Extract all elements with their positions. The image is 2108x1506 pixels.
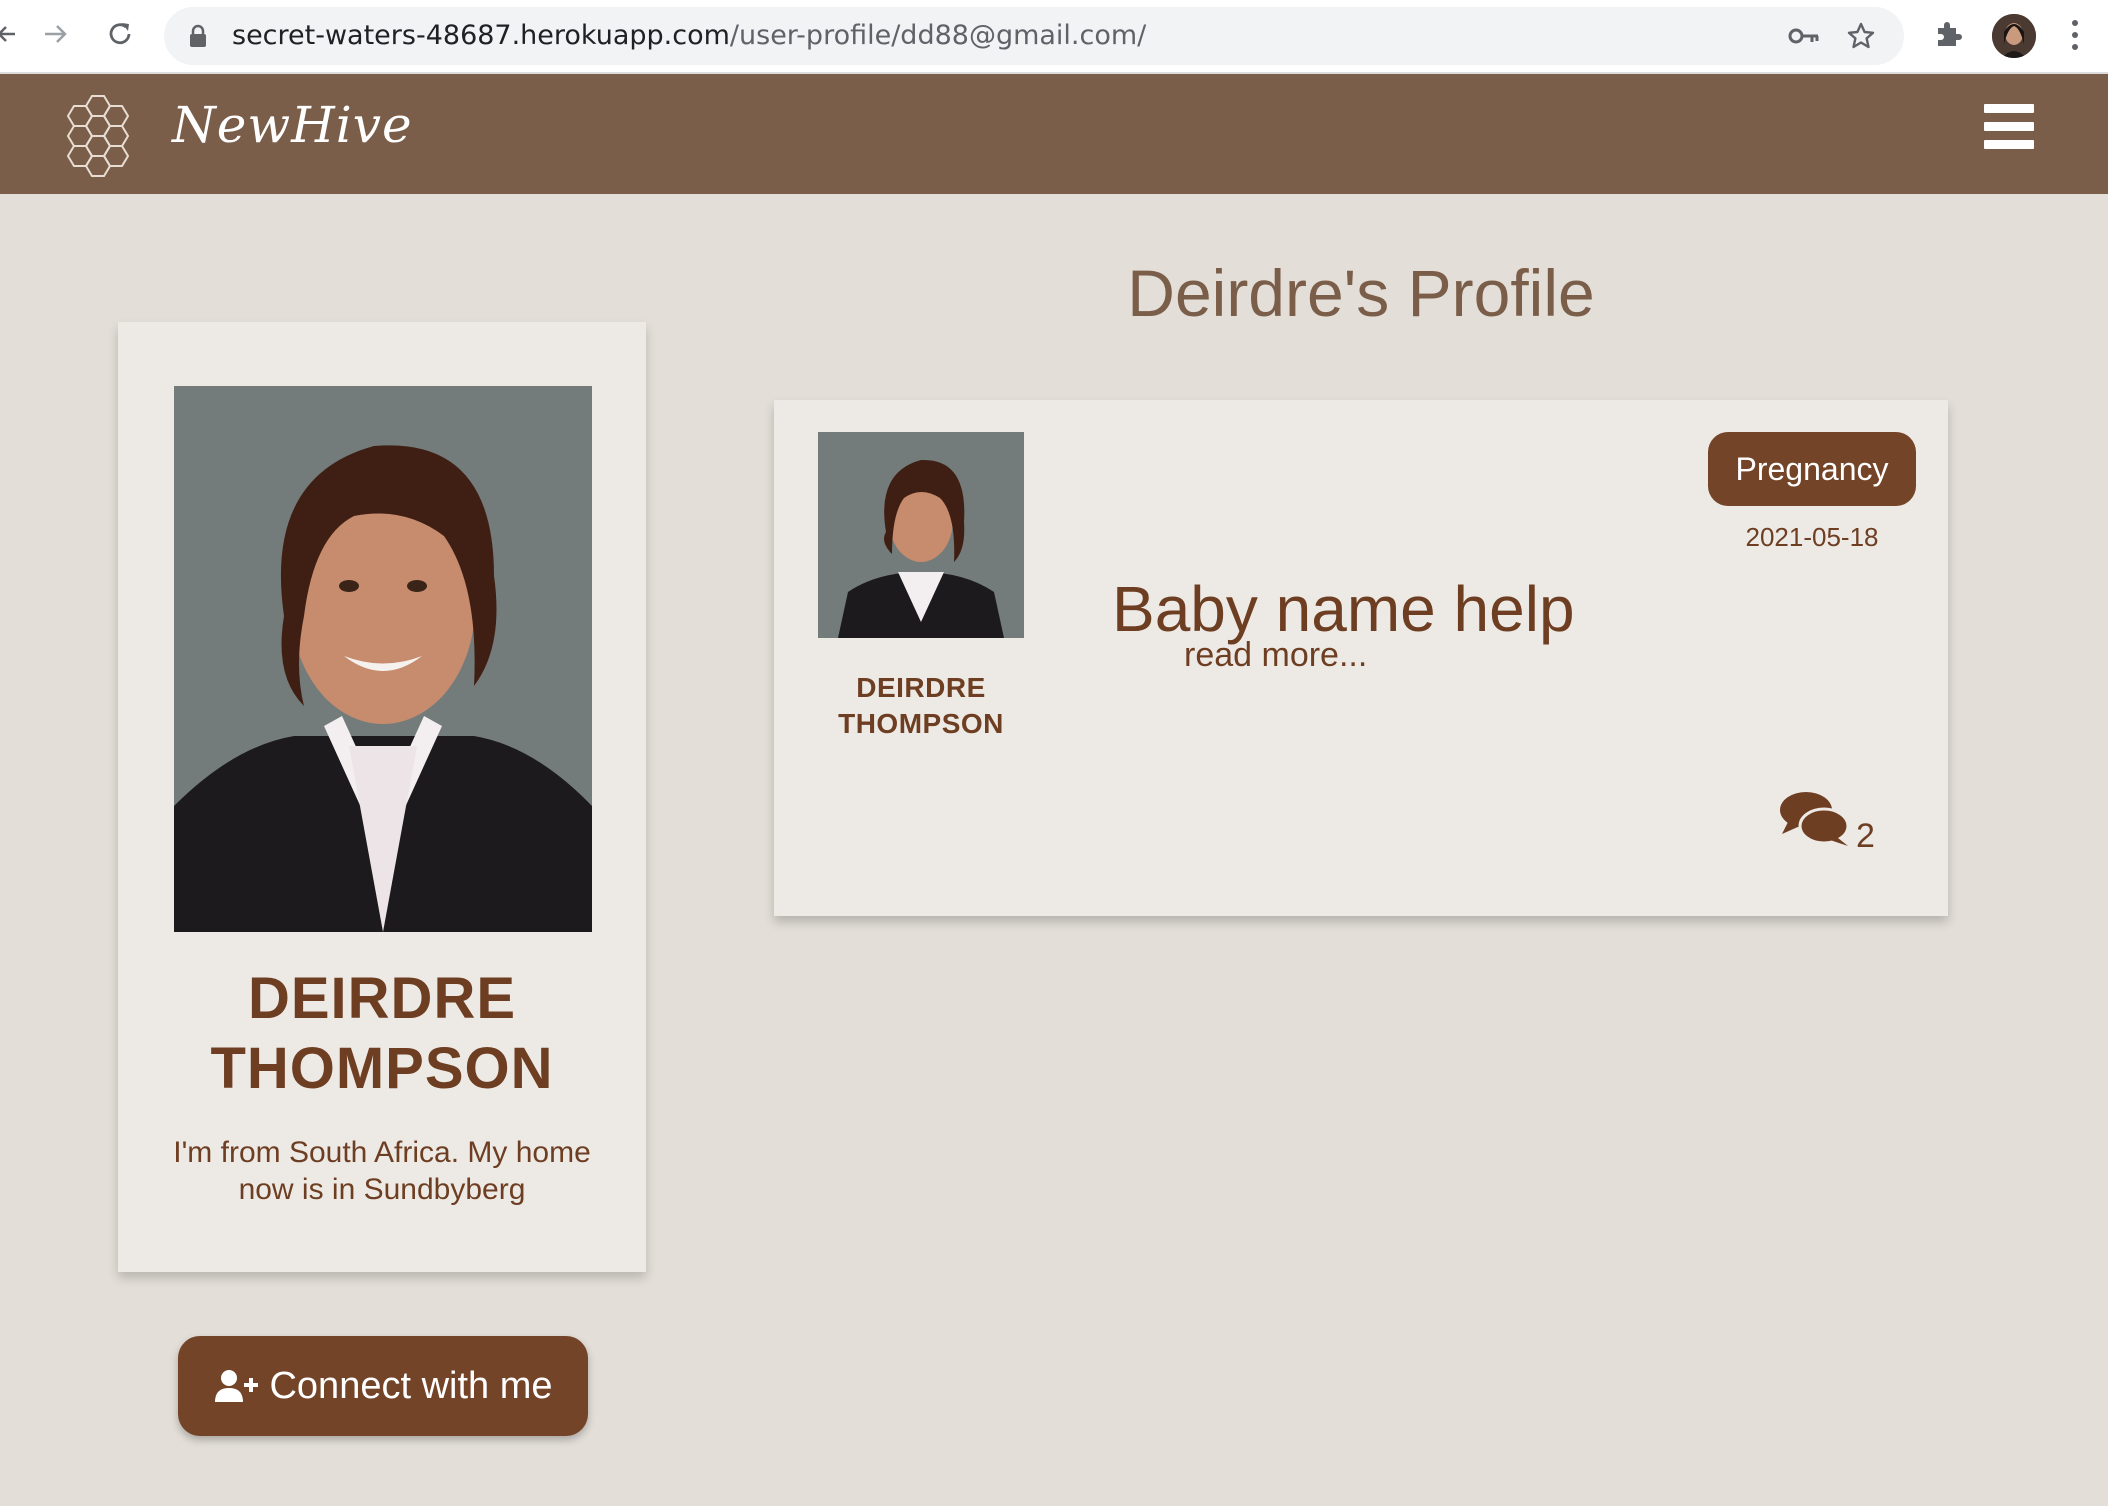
reload-icon [109,23,131,45]
url-path: /user-profile/dd88@gmail.com/ [729,20,1147,51]
forward-button[interactable] [36,14,76,54]
post-title[interactable]: Baby name help [1112,572,1575,646]
profile-card: DEIRDRE THOMPSON I'm from South Africa. … [118,322,646,1272]
profile-name: DEIRDRE THOMPSON [118,964,646,1104]
address-bar[interactable]: secret-waters-48687.herokuapp.com/user-p… [164,7,1904,65]
comments-icon [1778,788,1854,853]
profile-first-name: DEIRDRE [247,966,517,1031]
comments-indicator[interactable]: 2 [1778,788,1875,853]
honeycomb-logo-icon[interactable] [62,94,148,185]
connect-button[interactable]: Connect with me [178,1336,588,1436]
user-plus-icon [213,1368,259,1404]
url-host: secret-waters-48687.herokuapp.com [232,20,730,51]
back-arrow-icon [0,26,15,42]
comment-count: 2 [1856,817,1875,855]
post-date: 2021-05-18 [1745,522,1879,552]
site-logo-text[interactable]: NewHive [172,96,413,154]
profile-bio: I'm from South Africa. My home now is in… [173,1136,591,1206]
hamburger-menu-icon[interactable] [1984,104,2034,154]
star-icon[interactable] [1846,21,1876,56]
post-author-name[interactable]: DEIRDRE THOMPSON [794,670,1048,742]
profile-last-name: THOMPSON [210,1036,554,1101]
site-header: NewHive [0,74,2108,194]
read-more-link[interactable]: read more... [1184,636,1367,675]
more-menu-icon[interactable] [2070,18,2080,57]
lock-icon [188,24,208,53]
connect-button-label: Connect with me [269,1364,553,1407]
puzzle-icon[interactable] [1932,18,1964,55]
post-card[interactable]: DEIRDRE THOMPSON Baby name help read mor… [774,400,1948,916]
profile-photo [174,386,592,932]
browser-toolbar: secret-waters-48687.herokuapp.com/user-p… [0,0,2108,74]
page-title: Deirdre's Profile [1127,256,1595,330]
key-icon[interactable] [1788,23,1820,54]
browser-profile-avatar[interactable] [1992,14,2036,58]
reload-button[interactable] [100,14,140,54]
url-text: secret-waters-48687.herokuapp.com/user-p… [232,7,1146,65]
post-author-first: DEIRDRE [856,672,986,703]
back-button[interactable] [0,14,26,54]
forward-arrow-icon [45,25,67,43]
category-badge[interactable]: Pregnancy [1708,432,1916,506]
post-author-last: THOMPSON [838,708,1004,739]
post-author-photo [818,432,1024,638]
